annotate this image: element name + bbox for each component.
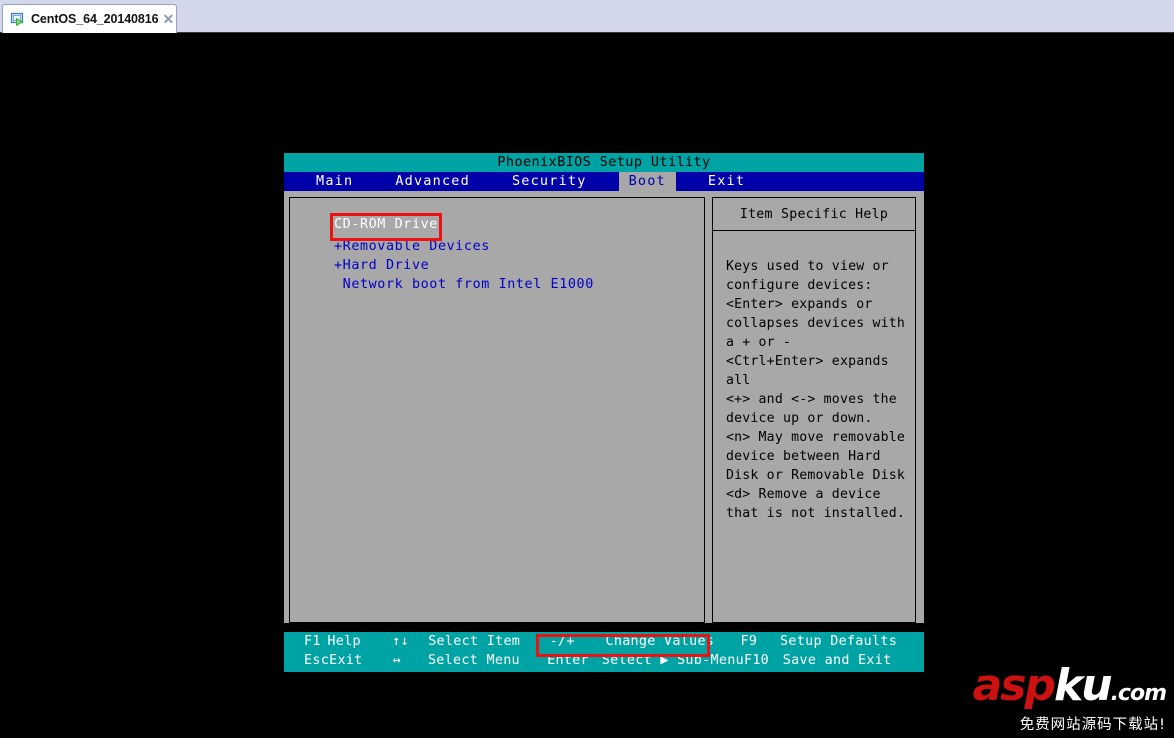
menu-gap-1 <box>363 172 385 191</box>
help-line: that is not installed. <box>725 506 906 521</box>
boot-item-network-boot[interactable]: Network boot from Intel E1000 <box>290 275 704 294</box>
leftright-arrow-icon: ↔ <box>392 653 402 668</box>
close-icon[interactable]: ✕ <box>162 12 174 26</box>
select-submenu-label: Select ▶ Sub-Menu <box>601 653 744 668</box>
boot-item-removable-devices[interactable]: +Removable Devices <box>290 237 704 256</box>
vm-display[interactable]: PhoenixBIOS Setup Utility Main Advanced … <box>0 33 1174 738</box>
select-menu-label: Select Menu <box>427 653 520 668</box>
tab-boot[interactable]: Boot <box>618 172 676 191</box>
change-values-label: Change Values <box>605 634 715 649</box>
phoenixbios-setup-utility: PhoenixBIOS Setup Utility Main Advanced … <box>284 153 924 672</box>
boot-item-cdrom-wrapper: CD-ROM Drive <box>290 213 704 241</box>
help-line: <+> and <-> moves the <box>725 392 897 407</box>
help-line: <n> May move removable <box>725 430 906 445</box>
help-panel-title: Item Specific Help <box>711 197 916 231</box>
item-specific-help-panel: Item Specific Help Keys used to view or … <box>711 197 916 623</box>
help-panel-body: Keys used to view or configure devices: … <box>711 231 916 623</box>
bios-key-legend-bar: F1 Help ↑↓ Select Item -/+ Change Values… <box>284 632 924 672</box>
key-minus-plus[interactable]: -/+ <box>550 632 606 651</box>
menu-gap-3 <box>597 172 619 191</box>
help-line: <Enter> expands or <box>725 297 873 312</box>
virtual-machine-icon <box>10 11 26 27</box>
key-f10[interactable]: F10 <box>744 651 783 670</box>
menu-left-spacer <box>284 172 306 191</box>
tab-exit[interactable]: Exit <box>698 172 755 191</box>
vm-tab-title: CentOS_64_20140816 <box>31 12 159 26</box>
watermark-brand-ku: ku <box>1053 659 1113 711</box>
help-line: all <box>725 373 751 388</box>
boot-item-hard-drive[interactable]: +Hard Drive <box>290 256 704 275</box>
help-line: <Ctrl+Enter> expands <box>725 354 889 369</box>
bios-menu-bar: Main Advanced Security Boot Exit <box>284 172 924 191</box>
menu-gap-2 <box>480 172 502 191</box>
boot-item-cdrom-drive[interactable]: CD-ROM Drive <box>290 215 444 234</box>
vm-tab-bar: CentOS_64_20140816 ✕ <box>0 0 1174 33</box>
help-line: Disk or Removable Disk <box>725 468 906 483</box>
key-enter[interactable]: Enter <box>547 651 602 670</box>
tab-advanced[interactable]: Advanced <box>385 172 480 191</box>
help-line: device up or down. <box>725 411 873 426</box>
key-esc-label: Exit <box>329 653 363 668</box>
setup-defaults-label: Setup Defaults <box>780 634 898 649</box>
tab-security[interactable]: Security <box>502 172 597 191</box>
watermark-brand-tld: .com <box>1110 680 1167 706</box>
save-and-exit-label: Save and Exit <box>782 653 892 668</box>
key-legend-row-2: Esc Exit ↔ Select Menu Enter Select ▶ Su… <box>284 651 924 670</box>
menu-gap-4 <box>676 172 698 191</box>
help-line: Keys used to view or <box>725 259 889 274</box>
bios-content-area: CD-ROM Drive +Removable Devices +Hard Dr… <box>284 191 924 623</box>
key-f1-label: Help <box>327 634 361 649</box>
help-line: collapses devices with <box>725 316 906 331</box>
vm-tab-centos[interactable]: CentOS_64_20140816 ✕ <box>2 4 177 33</box>
help-line: device between Hard <box>725 449 881 464</box>
key-legend-row-1: F1 Help ↑↓ Select Item -/+ Change Values… <box>284 632 924 651</box>
updown-arrow-icon: ↑↓ <box>392 634 409 649</box>
tab-main[interactable]: Main <box>306 172 363 191</box>
watermark-brand: aspku.com <box>973 663 1167 716</box>
key-esc[interactable]: Esc <box>284 651 329 670</box>
help-line: a + or - <box>725 335 792 350</box>
watermark-brand-asp: asp <box>972 659 1056 711</box>
boot-order-panel: CD-ROM Drive +Removable Devices +Hard Dr… <box>289 197 705 623</box>
help-line: configure devices: <box>725 278 873 293</box>
select-item-label: Select Item <box>428 634 521 649</box>
bios-title-bar: PhoenixBIOS Setup Utility <box>284 153 924 172</box>
key-f9[interactable]: F9 <box>740 632 780 651</box>
site-watermark: aspku.com 免费网站源码下载站! <box>973 663 1167 733</box>
watermark-subtitle: 免费网站源码下载站! <box>1019 716 1166 733</box>
key-f1[interactable]: F1 <box>284 632 327 651</box>
help-line: <d> Remove a device <box>725 487 881 502</box>
